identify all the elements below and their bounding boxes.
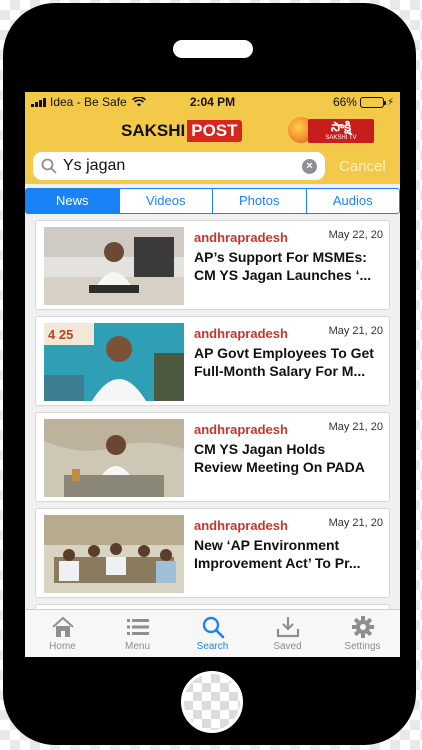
article-date: May 21, 20 (328, 325, 383, 337)
article-category: andhrapradesh (194, 518, 288, 533)
content-type-tabs: News Videos Photos Audios (25, 188, 400, 214)
list-item[interactable]: andhrapradesh May 21, 20 CM YS Jagan Hol… (35, 412, 390, 502)
menu-list-icon (126, 619, 149, 635)
speaker-grille (173, 40, 253, 58)
results-list: andhrapradesh May 22, 20 AP’s Support Fo… (25, 214, 400, 614)
tab-saved-label: Saved (273, 641, 302, 652)
search-input[interactable]: Ys jagan × (33, 152, 325, 180)
logo-text-sakshi: SAKSHI (121, 121, 186, 140)
tab-menu-label: Menu (124, 641, 150, 652)
tab-menu[interactable]: Menu (100, 610, 175, 657)
tv-logo-sub: SAKSHI TV (325, 135, 357, 141)
article-date: May 22, 20 (328, 229, 383, 241)
home-button[interactable] (181, 671, 243, 733)
app-screen: Idea - Be Safe 2:04 PM 66% ⚡ SAKSHI POST… (25, 92, 400, 657)
tab-search-label: Search (196, 641, 229, 652)
tv-logo-telugu: సాక్షి (330, 119, 352, 134)
search-icon (41, 158, 57, 174)
article-title: CM YS Jagan Holds Review Meeting On PADA (194, 441, 365, 475)
logo-text-post: POST (187, 120, 242, 142)
search-tab-icon (202, 616, 224, 639)
article-thumbnail: 4 25 (44, 323, 184, 401)
phone-frame: Idea - Be Safe 2:04 PM 66% ⚡ SAKSHI POST… (3, 3, 416, 745)
app-header: SAKSHI POST సాక్షి SAKSHI TV (25, 112, 400, 148)
tab-settings-label: Settings (344, 641, 381, 652)
status-bar: Idea - Be Safe 2:04 PM 66% ⚡ (25, 92, 400, 112)
sakshi-tv-logo[interactable]: సాక్షి SAKSHI TV (288, 116, 378, 144)
article-date: May 21, 20 (328, 517, 383, 529)
tab-saved[interactable]: Saved (250, 610, 325, 657)
tab-news[interactable]: News (26, 189, 119, 213)
wifi-icon (131, 97, 146, 107)
article-category: andhrapradesh (194, 422, 288, 437)
list-item[interactable]: 4 25 andhrapradesh May 21, 20 AP Govt Em… (35, 316, 390, 406)
tv-logo-box: సాక్షి SAKSHI TV (308, 119, 374, 143)
article-date: May 21, 20 (328, 421, 383, 433)
list-item[interactable]: andhrapradesh May 22, 20 AP’s Support Fo… (35, 220, 390, 310)
article-title: AP’s Support For MSMEs: CM YS Jagan Laun… (194, 249, 372, 283)
tab-settings[interactable]: Settings (325, 610, 400, 657)
cancel-button[interactable]: Cancel (339, 158, 386, 175)
search-query[interactable]: Ys jagan (63, 157, 302, 175)
article-thumbnail (44, 419, 184, 497)
download-icon (276, 617, 299, 638)
search-bar: Ys jagan × Cancel (25, 148, 400, 184)
article-category: andhrapradesh (194, 230, 288, 245)
home-icon (51, 616, 74, 637)
charging-icon: ⚡ (386, 96, 394, 108)
tab-search[interactable]: Search (175, 610, 250, 657)
clear-search-icon[interactable]: × (302, 158, 317, 174)
tab-audios[interactable]: Audios (305, 189, 400, 213)
signal-icon (31, 97, 46, 107)
list-item[interactable]: andhrapradesh May 21, 20 New ‘AP Environ… (35, 508, 390, 598)
article-thumbnail (44, 515, 184, 593)
carrier-name: Idea - Be Safe (50, 95, 127, 109)
article-category: andhrapradesh (194, 326, 288, 341)
battery-icon (359, 96, 386, 108)
battery-status: 66% ⚡ (333, 95, 394, 109)
bottom-tab-bar: Home Menu Search Saved Settings (25, 609, 400, 657)
tab-home[interactable]: Home (25, 610, 100, 657)
tab-photos[interactable]: Photos (212, 189, 306, 213)
tab-home-label: Home (49, 641, 76, 652)
battery-percent: 66% (332, 95, 357, 109)
thumbnail-caption: 4 25 (48, 327, 73, 342)
gear-icon (351, 616, 374, 638)
sakshipost-logo[interactable]: SAKSHI POST (121, 120, 242, 142)
article-title: AP Govt Employees To Get Full-Month Sala… (194, 345, 374, 379)
article-title: New ‘AP Environment Improvement Act’ To … (194, 537, 361, 571)
tab-videos[interactable]: Videos (118, 189, 213, 213)
article-thumbnail (44, 227, 184, 305)
